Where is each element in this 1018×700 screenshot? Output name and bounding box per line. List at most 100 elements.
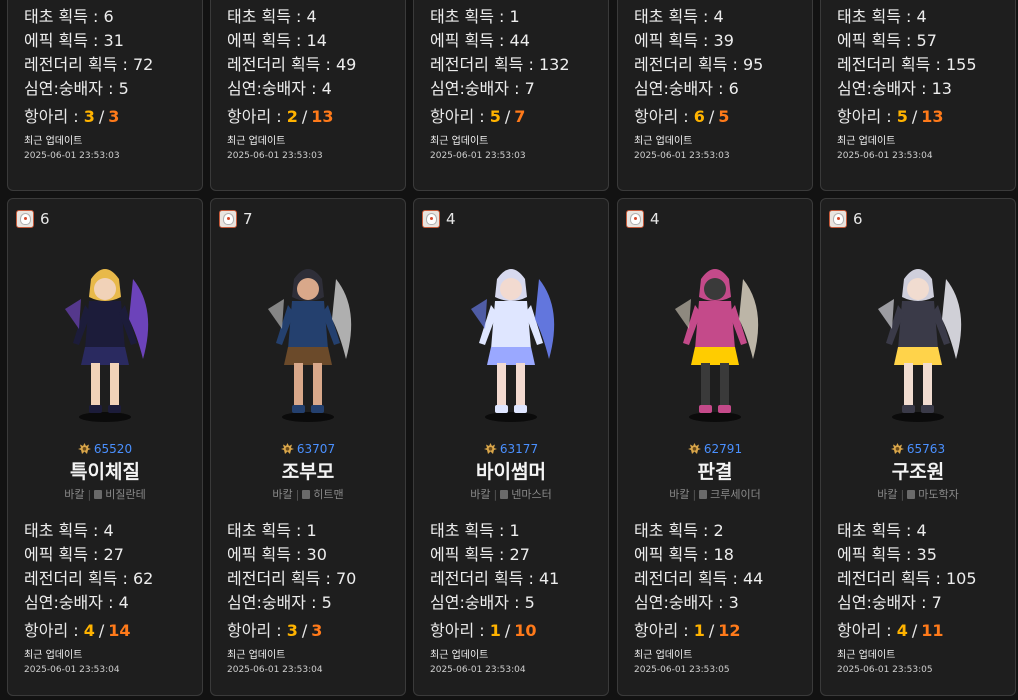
server-name: 바칼 xyxy=(470,488,491,501)
character-portrait[interactable] xyxy=(618,239,812,439)
stat-legendary: 레전더리 획득 : 155 xyxy=(837,55,977,74)
stat-epic: 에픽 획득 : 27 xyxy=(24,545,124,564)
server-name: 바칼 xyxy=(272,488,293,501)
stat-taecho: 태초 획득 : 1 xyxy=(227,521,317,540)
stat-epic: 에픽 획득 : 39 xyxy=(634,31,734,50)
stat-taecho: 태초 획득 : 2 xyxy=(634,521,724,540)
job-icon xyxy=(699,490,708,499)
job-icon xyxy=(94,490,103,499)
character-name[interactable]: 특이체질 xyxy=(8,459,202,485)
card-stats: 태초 획득 : 4 에픽 획득 : 14 레전더리 획득 : 49 심연:숭배자… xyxy=(227,5,397,163)
character-name[interactable]: 조부모 xyxy=(211,459,405,485)
character-portrait[interactable] xyxy=(821,239,1015,439)
card-header: 7 xyxy=(219,209,253,229)
stat-hangari: 항아리 : 4/11 xyxy=(837,621,944,640)
stat-taecho: 태초 획득 : 4 xyxy=(227,7,317,26)
stat-legendary: 레전더리 획득 : 70 xyxy=(227,569,357,588)
character-name[interactable]: 판결 xyxy=(618,459,812,485)
character-card-bottom-3[interactable]: 4 63177 바이썸머 바칼 | 넨마스터 태초 획득 : 1 에픽 획득 : 2… xyxy=(413,198,609,696)
card-stats: 태초 획득 : 1 에픽 획득 : 27 레전더리 획득 : 41 심연:숭배자… xyxy=(430,519,600,677)
rank-number: 4 xyxy=(446,210,456,228)
character-card-top-4[interactable]: 태초 획득 : 4 에픽 획득 : 39 레전더리 획득 : 95 심연:숭배자… xyxy=(617,0,813,191)
character-card-bottom-1[interactable]: 6 65520 특이체질 바칼 | 비질란테 태초 획득 : 4 에픽 획득 : 2… xyxy=(7,198,203,696)
updated-label: 최근 업데이트 xyxy=(430,650,489,661)
updated-time: 2025-06-01 23:53:03 xyxy=(430,151,526,161)
fame-icon xyxy=(687,443,701,454)
character-portrait[interactable] xyxy=(414,239,608,439)
character-portrait[interactable] xyxy=(211,239,405,439)
fame-value: 62791 xyxy=(618,441,812,457)
server-name: 바칼 xyxy=(669,488,690,501)
card-header: 4 xyxy=(626,209,660,229)
updated-time: 2025-06-01 23:53:05 xyxy=(634,665,730,675)
card-stats: 태초 획득 : 1 에픽 획득 : 30 레전더리 획득 : 70 심연:숭배자… xyxy=(227,519,397,677)
updated-time: 2025-06-01 23:53:04 xyxy=(430,665,526,675)
card-header: 6 xyxy=(16,209,50,229)
rank-number: 6 xyxy=(853,210,863,228)
updated-label: 최근 업데이트 xyxy=(227,650,286,661)
updated-label: 최근 업데이트 xyxy=(634,136,693,147)
stat-abyss: 심연:숭배자 : 5 xyxy=(227,593,332,612)
stat-hangari: 항아리 : 3/3 xyxy=(24,107,120,126)
updated-time: 2025-06-01 23:53:03 xyxy=(227,151,323,161)
stat-epic: 에픽 획득 : 14 xyxy=(227,31,327,50)
character-card-top-3[interactable]: 태초 획득 : 1 에픽 획득 : 44 레전더리 획득 : 132 심연:숭배… xyxy=(413,0,609,191)
stat-hangari: 항아리 : 3/3 xyxy=(227,621,323,640)
stat-abyss: 심연:숭배자 : 6 xyxy=(634,79,739,98)
rank-number: 7 xyxy=(243,210,253,228)
stat-abyss: 심연:숭배자 : 7 xyxy=(430,79,535,98)
server-job: 바칼 | 크루세이더 xyxy=(669,488,761,501)
updated-label: 최근 업데이트 xyxy=(24,650,83,661)
card-header: 6 xyxy=(829,209,863,229)
character-card-top-2[interactable]: 태초 획득 : 4 에픽 획득 : 14 레전더리 획득 : 49 심연:숭배자… xyxy=(210,0,406,191)
character-card-top-5[interactable]: 태초 획득 : 4 에픽 획득 : 57 레전더리 획득 : 155 심연:숭배… xyxy=(820,0,1016,191)
server-job: 바칼 | 마도학자 xyxy=(877,488,959,501)
updated-label: 최근 업데이트 xyxy=(227,136,286,147)
stat-legendary: 레전더리 획득 : 72 xyxy=(24,55,154,74)
stat-epic: 에픽 획득 : 18 xyxy=(634,545,734,564)
character-name[interactable]: 바이썸머 xyxy=(414,459,608,485)
card-stats: 태초 획득 : 4 에픽 획득 : 27 레전더리 획득 : 62 심연:숭배자… xyxy=(24,519,194,677)
stat-taecho: 태초 획득 : 1 xyxy=(430,7,520,26)
updated-label: 최근 업데이트 xyxy=(430,136,489,147)
character-card-grid: 태초 획득 : 6 에픽 획득 : 31 레전더리 획득 : 72 심연:숭배자… xyxy=(0,0,1018,700)
card-stats: 태초 획득 : 4 에픽 획득 : 35 레전더리 획득 : 105 심연:숭배… xyxy=(837,519,1007,677)
updated-label: 최근 업데이트 xyxy=(24,136,83,147)
fame-value: 63177 xyxy=(414,441,608,457)
character-card-bottom-2[interactable]: 7 63707 조부모 바칼 | 히트맨 태초 획득 : 1 에픽 획득 : 30 xyxy=(210,198,406,696)
rank-number: 4 xyxy=(650,210,660,228)
fame-icon xyxy=(280,443,294,454)
character-portrait[interactable] xyxy=(8,239,202,439)
updated-time: 2025-06-01 23:53:04 xyxy=(227,665,323,675)
character-card-top-1[interactable]: 태초 획득 : 6 에픽 획득 : 31 레전더리 획득 : 72 심연:숭배자… xyxy=(7,0,203,191)
stat-abyss: 심연:숭배자 : 4 xyxy=(24,593,129,612)
stat-legendary: 레전더리 획득 : 41 xyxy=(430,569,560,588)
fame-value: 63707 xyxy=(211,441,405,457)
server-job: 바칼 | 넨마스터 xyxy=(470,488,552,501)
fame-value: 65763 xyxy=(821,441,1015,457)
job-name: 넨마스터 xyxy=(511,488,552,501)
stat-hangari: 항아리 : 5/7 xyxy=(430,107,526,126)
stat-epic: 에픽 획득 : 31 xyxy=(24,31,124,50)
character-name[interactable]: 구조원 xyxy=(821,459,1015,485)
stat-legendary: 레전더리 획득 : 105 xyxy=(837,569,977,588)
character-card-bottom-5[interactable]: 6 65763 구조원 바칼 | 마도학자 태초 획득 : 4 에픽 획득 : 35 xyxy=(820,198,1016,696)
stat-taecho: 태초 획득 : 4 xyxy=(634,7,724,26)
stat-abyss: 심연:숭배자 : 13 xyxy=(837,79,952,98)
stat-taecho: 태초 획득 : 4 xyxy=(24,521,114,540)
server-icon xyxy=(16,210,34,228)
stat-epic: 에픽 획득 : 30 xyxy=(227,545,327,564)
character-card-bottom-4[interactable]: 4 62791 판결 바칼 | 크루세이더 태초 획득 : 2 에픽 획득 : 18 xyxy=(617,198,813,696)
character-sprite xyxy=(675,269,759,422)
card-stats: 태초 획득 : 1 에픽 획득 : 44 레전더리 획득 : 132 심연:숭배… xyxy=(430,5,600,163)
job-name: 크루세이더 xyxy=(710,488,761,501)
server-icon xyxy=(219,210,237,228)
server-name: 바칼 xyxy=(64,488,85,501)
stat-abyss: 심연:숭배자 : 5 xyxy=(430,593,535,612)
server-name: 바칼 xyxy=(877,488,898,501)
stat-epic: 에픽 획득 : 57 xyxy=(837,31,937,50)
card-stats: 태초 획득 : 4 에픽 획득 : 39 레전더리 획득 : 95 심연:숭배자… xyxy=(634,5,804,163)
stat-hangari: 항아리 : 2/13 xyxy=(227,107,334,126)
stat-hangari: 항아리 : 4/14 xyxy=(24,621,131,640)
stat-epic: 에픽 획득 : 44 xyxy=(430,31,530,50)
